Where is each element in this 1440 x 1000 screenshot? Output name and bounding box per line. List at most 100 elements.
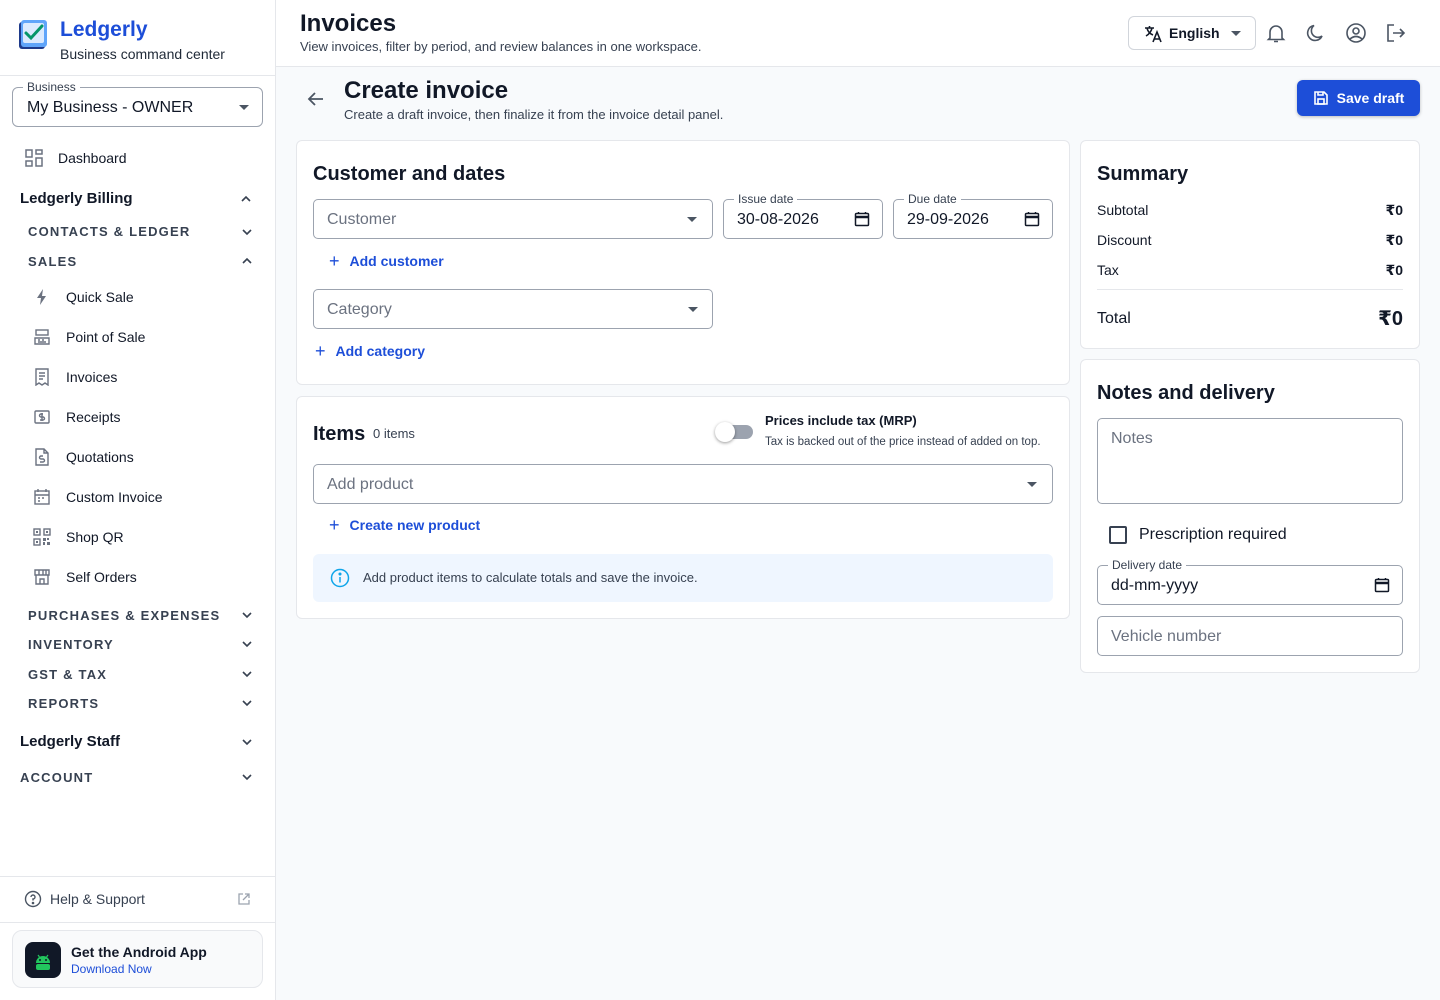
chevron-down-icon[interactable]: [241, 738, 253, 746]
summary-row-subtotal: Subtotal ₹0: [1097, 202, 1403, 219]
caret-down-icon: [1027, 482, 1037, 487]
chevron-down-icon[interactable]: [241, 228, 253, 236]
add-product-placeholder: Add product: [327, 476, 414, 493]
add-category-button[interactable]: + Add category: [315, 342, 425, 360]
moon-icon[interactable]: [1305, 22, 1327, 44]
section-account[interactable]: ACCOUNT: [20, 770, 93, 785]
register-icon: [34, 329, 50, 345]
summary-total-label: Total: [1097, 309, 1131, 327]
android-app-promo[interactable]: Get the Android App Download Now: [12, 930, 263, 988]
calendar-icon[interactable]: [854, 211, 870, 227]
summary-total-row: Total ₹0: [1097, 306, 1403, 331]
add-category-label: Add category: [335, 343, 425, 359]
chevron-up-icon[interactable]: [241, 257, 253, 265]
notes-textarea[interactable]: Notes: [1097, 418, 1403, 504]
issue-date-field[interactable]: Issue date 30-08-2026: [723, 192, 883, 239]
chevron-down-icon[interactable]: [241, 670, 253, 678]
app-promo-title: Get the Android App: [71, 944, 207, 960]
items-card: Items 0 items Prices include tax (MRP) T…: [296, 396, 1070, 619]
logout-icon[interactable]: [1385, 22, 1407, 44]
nav-quotations[interactable]: Quotations: [33, 448, 134, 466]
summary-title: Summary: [1097, 163, 1189, 185]
divider: [0, 75, 275, 76]
summary-row-tax: Tax ₹0: [1097, 262, 1403, 279]
items-title: Items: [313, 423, 366, 445]
group-ledgerly-staff[interactable]: Ledgerly Staff: [20, 733, 120, 750]
plus-icon: +: [329, 251, 340, 271]
summary-row-discount: Discount ₹0: [1097, 232, 1403, 249]
android-icon: [25, 942, 61, 978]
back-arrow-icon[interactable]: [306, 89, 326, 109]
business-label: Business: [23, 80, 80, 94]
vehicle-number-placeholder: Vehicle number: [1111, 628, 1222, 645]
group-ledgerly-billing[interactable]: Ledgerly Billing: [20, 190, 133, 207]
customer-select[interactable]: Customer: [313, 199, 713, 239]
due-date-field[interactable]: Due date 29-09-2026: [893, 192, 1053, 239]
summary-label: Discount: [1097, 232, 1152, 248]
chevron-down-icon[interactable]: [241, 611, 253, 619]
language-select[interactable]: English: [1128, 16, 1256, 50]
section-reports[interactable]: REPORTS: [28, 696, 99, 711]
help-label: Help & Support: [50, 891, 145, 907]
page-subtitle: Create a draft invoice, then finalize it…: [344, 107, 724, 122]
delivery-date-field[interactable]: Delivery date dd-mm-yyyy: [1097, 558, 1403, 605]
nav-invoices[interactable]: Invoices: [33, 368, 117, 386]
save-draft-button[interactable]: Save draft: [1297, 80, 1420, 116]
delivery-date-label: Delivery date: [1108, 558, 1187, 572]
plus-icon: +: [315, 341, 326, 361]
bolt-icon: [37, 289, 46, 305]
chevron-down-icon[interactable]: [241, 773, 253, 781]
section-inventory[interactable]: INVENTORY: [28, 637, 114, 652]
section-gst-tax[interactable]: GST & TAX: [28, 667, 107, 682]
qr-icon: [33, 528, 51, 546]
tax-toggle-label: Prices include tax (MRP): [765, 413, 917, 428]
divider: [0, 922, 275, 923]
calendar-icon[interactable]: [1374, 577, 1390, 593]
section-contacts-ledger[interactable]: CONTACTS & LEDGER: [28, 224, 190, 239]
brand[interactable]: Ledgerly Business command center: [18, 18, 225, 62]
calendar-icon[interactable]: [1024, 211, 1040, 227]
vehicle-number-field[interactable]: Vehicle number: [1097, 616, 1403, 656]
chevron-down-icon[interactable]: [241, 640, 253, 648]
chevron-up-icon[interactable]: [240, 195, 252, 203]
category-select[interactable]: Category: [313, 289, 713, 329]
custom-invoice-icon: [34, 489, 50, 505]
app-download-link[interactable]: Download Now: [71, 962, 152, 976]
nav-dashboard-label: Dashboard: [58, 150, 127, 166]
prices-include-tax-toggle[interactable]: [715, 422, 753, 442]
nav-item-label: Shop QR: [66, 529, 124, 545]
nav-item-label: Quick Sale: [66, 289, 134, 305]
nav-shop-qr[interactable]: Shop QR: [33, 528, 124, 546]
section-purchases-expenses[interactable]: PURCHASES & EXPENSES: [28, 608, 220, 623]
nav-point-of-sale[interactable]: Point of Sale: [33, 328, 145, 346]
info-banner: Add product items to calculate totals an…: [313, 554, 1053, 602]
category-placeholder: Category: [327, 301, 392, 318]
prescription-checkbox[interactable]: [1109, 526, 1127, 544]
nav-receipts[interactable]: Receipts: [33, 408, 120, 426]
chevron-down-icon[interactable]: [241, 699, 253, 707]
caret-down-icon: [239, 105, 249, 110]
page-title: Create invoice: [344, 77, 509, 104]
nav-custom-invoice[interactable]: Custom Invoice: [33, 488, 162, 506]
invoice-icon: [35, 368, 49, 386]
create-product-button[interactable]: + Create new product: [329, 516, 480, 534]
summary-total-value: ₹0: [1377, 308, 1403, 330]
nav-dashboard[interactable]: Dashboard: [25, 149, 127, 167]
nav-quick-sale[interactable]: Quick Sale: [33, 288, 134, 306]
help-icon: [24, 890, 42, 908]
customer-dates-card: Customer and dates Customer Issue date 3…: [296, 140, 1070, 385]
bell-icon[interactable]: [1265, 22, 1287, 44]
main-content: Create invoice Create a draft invoice, t…: [276, 67, 1440, 1000]
nav-self-orders[interactable]: Self Orders: [33, 568, 137, 586]
top-bar: Invoices View invoices, filter by period…: [276, 0, 1440, 67]
account-circle-icon[interactable]: [1345, 22, 1367, 44]
nav-item-label: Self Orders: [66, 569, 137, 585]
add-customer-button[interactable]: + Add customer: [329, 252, 444, 270]
business-select[interactable]: Business My Business - OWNER: [12, 80, 263, 127]
help-support-link[interactable]: Help & Support: [24, 890, 145, 908]
nav-item-label: Point of Sale: [66, 329, 146, 345]
add-product-select[interactable]: Add product: [313, 464, 1053, 504]
nav-item-label: Invoices: [66, 369, 118, 385]
summary-divider: [1097, 289, 1403, 290]
section-sales[interactable]: SALES: [28, 254, 77, 269]
